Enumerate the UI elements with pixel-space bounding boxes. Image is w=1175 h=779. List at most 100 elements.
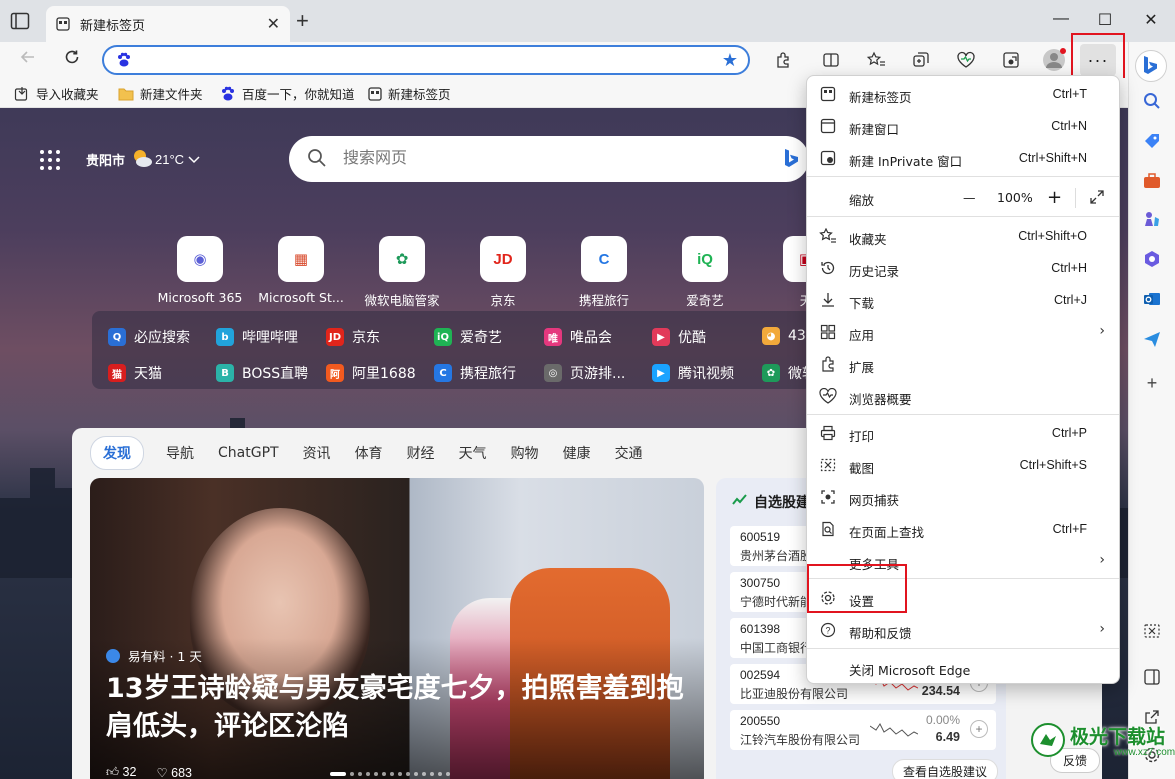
quick-link-tile[interactable]: ▦ Microsoft St...	[256, 236, 346, 305]
site-link[interactable]: JD 京东	[326, 327, 380, 347]
quick-link-tile[interactable]: JD 京东	[458, 236, 548, 309]
menu-label: 浏览器概要	[849, 392, 912, 407]
view-stock-suggestions-link[interactable]: 查看自选股建议	[891, 759, 998, 779]
zoom-out-button[interactable]: —	[963, 182, 976, 212]
fav-item-new-folder[interactable]: 新建文件夹	[118, 84, 203, 103]
fav-item-baidu[interactable]: 百度一下，你就知道	[220, 84, 355, 103]
menu-item-screenshot[interactable]: 截图 Ctrl+Shift+S	[807, 450, 1119, 480]
sidebar-microsoft365-button[interactable]	[1141, 248, 1163, 270]
sidebar-games-button[interactable]	[1141, 208, 1163, 230]
site-link-icon: 猫	[108, 364, 126, 382]
fav-item-import[interactable]: 导入收藏夹	[14, 84, 99, 103]
add-stock-button[interactable]: +	[970, 720, 988, 738]
feed-tab[interactable]: 资讯	[303, 443, 331, 463]
site-link[interactable]: 唯唯品会	[544, 327, 612, 347]
menu-item-new-tab[interactable]: 新建标签页 Ctrl+T	[807, 79, 1119, 109]
microsoft365-icon	[1145, 251, 1159, 267]
collections-button[interactable]	[909, 48, 933, 72]
site-link[interactable]: B BOSS直聘	[216, 363, 308, 383]
feed-tab[interactable]: 交通	[615, 443, 643, 463]
feed-tab[interactable]: 发现	[90, 436, 144, 470]
sidebar-shopping-button[interactable]	[1141, 130, 1163, 152]
quick-link-tile[interactable]: iQ 爱奇艺	[660, 236, 750, 309]
tab-actions-button[interactable]	[10, 12, 32, 32]
site-link[interactable]: Q 必应搜索	[108, 327, 190, 347]
maximize-button[interactable]: ☐	[1094, 10, 1116, 32]
browser-tab[interactable]: 新建标签页 ✕	[46, 6, 290, 42]
menu-item-new-inprivate[interactable]: 新建 InPrivate 窗口 Ctrl+Shift+N	[807, 143, 1119, 173]
sidebar-hide-button[interactable]	[1141, 666, 1163, 688]
search-input[interactable]	[343, 148, 763, 170]
favorites-list-icon	[866, 51, 885, 66]
like-count[interactable]: 👍︎ 32	[106, 765, 136, 779]
menu-item-apps[interactable]: 应用 ›	[807, 317, 1119, 347]
back-button[interactable]	[16, 48, 40, 72]
sidebar-send-button[interactable]	[1141, 328, 1163, 350]
minimize-button[interactable]: —	[1050, 10, 1072, 32]
menu-item-close-edge[interactable]: 关闭 Microsoft Edge	[807, 652, 1119, 682]
split-screen-button[interactable]	[819, 48, 843, 72]
site-link[interactable]: 猫天猫	[108, 363, 162, 383]
quick-link-tile[interactable]: C 携程旅行	[559, 236, 649, 309]
quick-link-tile[interactable]: ◉ Microsoft 365	[155, 236, 245, 305]
bing-copilot-button[interactable]	[1135, 50, 1167, 82]
address-bar[interactable]: ★	[102, 45, 750, 75]
watermark-logo-icon	[1031, 723, 1065, 757]
address-input[interactable]	[140, 50, 720, 70]
menu-item-web-capture[interactable]: 网页捕获	[807, 482, 1119, 512]
menu-item-favorites[interactable]: 收藏夹 Ctrl+Shift+O	[807, 221, 1119, 251]
menu-item-help-feedback[interactable]: ? 帮助和反馈 ›	[807, 615, 1119, 645]
stock-code: 002594	[740, 668, 781, 682]
app-launcher-icon[interactable]	[40, 149, 60, 170]
stock-row[interactable]: 200550 江铃汽车股份有限公司 0.00% 6.49 +	[730, 710, 996, 750]
sidebar-search-button[interactable]	[1141, 90, 1163, 112]
site-link[interactable]: C 携程旅行	[434, 363, 516, 383]
feed-tab[interactable]: 健康	[563, 443, 591, 463]
quick-link-tile[interactable]: ✿ 微软电脑管家	[357, 236, 447, 309]
screenshot-toolbar-button[interactable]	[999, 48, 1023, 72]
extensions-toolbar-button[interactable]	[771, 48, 795, 72]
web-search-box[interactable]	[289, 136, 809, 182]
weather-widget[interactable]: 贵阳市 21°C	[40, 148, 200, 171]
tab-close-button[interactable]: ✕	[267, 14, 280, 34]
bing-logo-icon[interactable]	[783, 148, 801, 173]
fav-item-newtab[interactable]: 新建标签页	[368, 84, 451, 103]
news-headline[interactable]: 13岁王诗龄疑与男友豪宅度七夕，拍照害羞到抱肩低头，评论区沦陷	[106, 670, 686, 746]
carousel-pager[interactable]	[330, 772, 450, 776]
zoom-in-button[interactable]: +	[1047, 182, 1062, 212]
fullscreen-button[interactable]	[1089, 182, 1105, 212]
favorite-star-icon[interactable]: ★	[722, 50, 738, 71]
new-tab-button[interactable]: +	[296, 10, 316, 32]
site-link[interactable]: iQ 爱奇艺	[434, 327, 502, 347]
site-link[interactable]: ◎ 页游排...	[544, 363, 625, 383]
hero-news-card[interactable]: 易有料 · 1 天 13岁王诗龄疑与男友豪宅度七夕，拍照害羞到抱肩低头，评论区沦…	[90, 478, 704, 779]
site-link[interactable]: ▶ 腾讯视频	[652, 363, 734, 383]
menu-item-new-window[interactable]: 新建窗口 Ctrl+N	[807, 111, 1119, 141]
sidebar-screenshot-button[interactable]	[1141, 620, 1163, 642]
feed-tab[interactable]: 体育	[355, 443, 383, 463]
comment-count[interactable]: ♡ 683	[156, 765, 192, 779]
site-link[interactable]: 阿阿里1688	[326, 363, 416, 383]
favorites-toolbar-button[interactable]	[864, 48, 888, 72]
sidebar-outlook-button[interactable]	[1141, 288, 1163, 310]
menu-item-print[interactable]: 打印 Ctrl+P	[807, 418, 1119, 448]
feed-tab[interactable]: 财经	[407, 443, 435, 463]
profile-button[interactable]	[1042, 48, 1066, 72]
feed-tab[interactable]: 导航	[166, 443, 194, 463]
site-link[interactable]: ▶ 优酷	[652, 327, 706, 347]
menu-item-find-on-page[interactable]: 在页面上查找 Ctrl+F	[807, 514, 1119, 544]
site-link[interactable]: b 哔哩哔哩	[216, 327, 298, 347]
menu-item-extensions[interactable]: 扩展	[807, 349, 1119, 379]
sidebar-add-button[interactable]: +	[1141, 372, 1163, 394]
browser-health-button[interactable]	[954, 48, 978, 72]
refresh-button[interactable]	[60, 48, 84, 72]
sidebar-tools-button[interactable]	[1141, 170, 1163, 192]
menu-item-downloads[interactable]: 下载 Ctrl+J	[807, 285, 1119, 315]
feed-tab[interactable]: 天气	[459, 443, 487, 463]
feed-tab[interactable]: 购物	[511, 443, 539, 463]
feed-tab[interactable]: ChatGPT	[218, 445, 279, 461]
close-window-button[interactable]: ✕	[1140, 10, 1162, 32]
menu-item-browser-essentials[interactable]: 浏览器概要	[807, 381, 1119, 411]
menu-item-history[interactable]: 历史记录 Ctrl+H	[807, 253, 1119, 283]
menu-label: 新建 InPrivate 窗口	[849, 154, 963, 169]
